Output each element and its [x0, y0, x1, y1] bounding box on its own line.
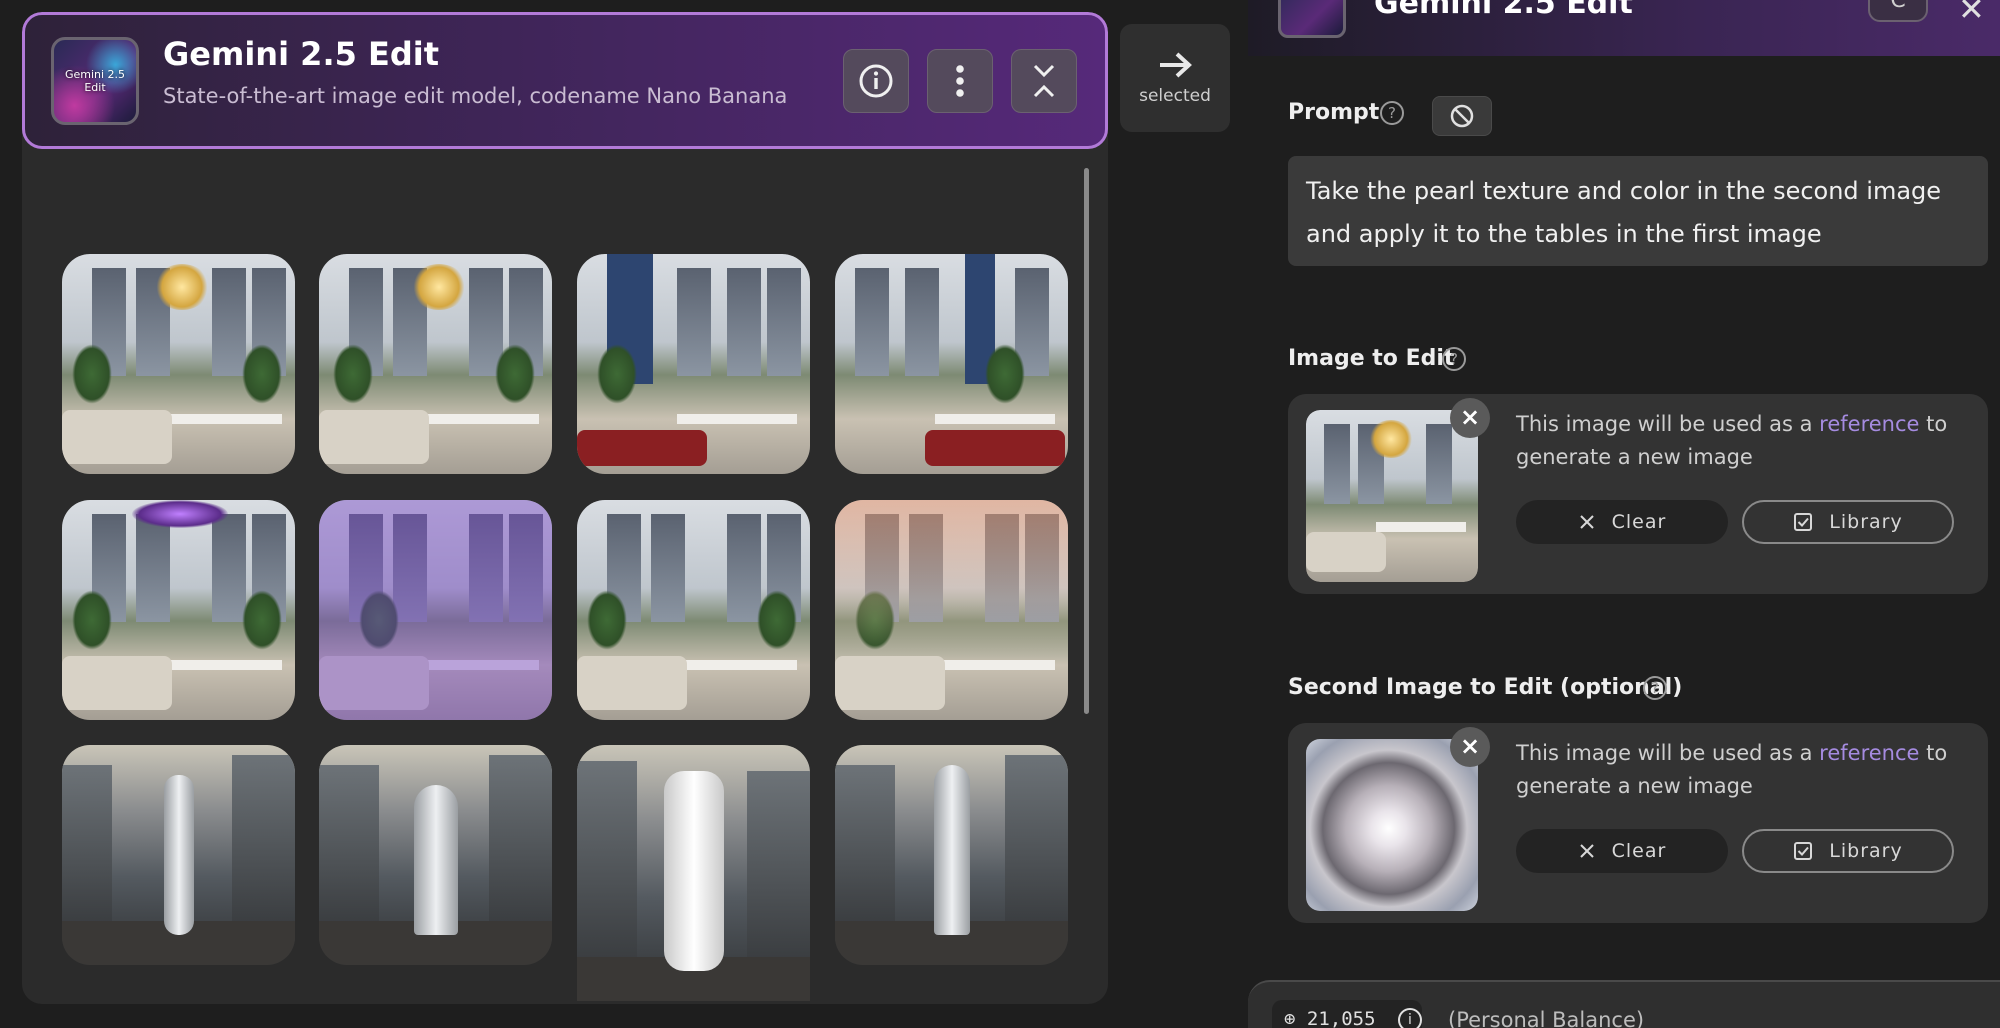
balance-label: (Personal Balance): [1448, 1008, 1645, 1028]
checkbox-icon: [1794, 842, 1813, 860]
model-description: State-of-the-art image edit model, coden…: [163, 84, 788, 108]
remove-image-button[interactable]: ×: [1450, 398, 1490, 438]
right-header-thumbnail: [1278, 0, 1346, 38]
clear-prompt-button[interactable]: [1432, 96, 1492, 136]
reference-link[interactable]: reference: [1819, 412, 1919, 436]
library-label: Library: [1829, 511, 1903, 533]
gallery-image[interactable]: [62, 500, 295, 720]
gallery-image[interactable]: [835, 745, 1068, 965]
arrow-right-icon: [1160, 52, 1192, 78]
second-image-help-icon[interactable]: ?: [1643, 676, 1667, 700]
gallery-image[interactable]: [835, 500, 1068, 720]
gallery-image[interactable]: [319, 745, 552, 965]
gallery-image[interactable]: [62, 745, 295, 965]
balance-amount: 21,055: [1306, 1008, 1376, 1028]
remove-image-button[interactable]: ×: [1450, 727, 1490, 767]
ban-icon: [1450, 104, 1474, 128]
image-to-edit-help-icon[interactable]: ?: [1442, 347, 1466, 371]
image-to-edit-description: This image will be used as a reference t…: [1516, 408, 1976, 474]
prompt-help-icon[interactable]: ?: [1380, 101, 1404, 125]
gallery-panel: Gemini 2.5 Edit Gemini 2.5 Edit State-of…: [22, 12, 1108, 1004]
gallery-image[interactable]: [577, 500, 810, 720]
right-header: Gemini 2.5 Edit C ✕: [1248, 0, 2000, 56]
info-icon[interactable]: i: [1398, 1008, 1422, 1028]
clear-label: Clear: [1611, 511, 1667, 533]
gallery-image[interactable]: [319, 254, 552, 474]
second-image-label: Second Image to Edit (optional): [1288, 675, 1683, 700]
gallery-scrollbar[interactable]: [1084, 168, 1089, 714]
right-header-button[interactable]: C: [1868, 0, 1928, 22]
collapse-button[interactable]: [1011, 49, 1077, 113]
clear-button[interactable]: Clear: [1516, 829, 1728, 873]
gallery-image[interactable]: [577, 254, 810, 474]
gallery-image[interactable]: [319, 500, 552, 720]
balance-bar: ⊕ 21,055 i (Personal Balance): [1248, 980, 2000, 1028]
model-title: Gemini 2.5 Edit: [163, 35, 440, 73]
description-text: This image will be used as a: [1516, 741, 1820, 765]
prompt-label: Prompt: [1288, 100, 1380, 125]
selected-label: selected: [1139, 86, 1211, 106]
collapse-chevrons-icon: [1033, 64, 1055, 98]
clear-button[interactable]: Clear: [1516, 500, 1728, 544]
second-image-thumbnail[interactable]: [1306, 739, 1478, 911]
info-button[interactable]: [843, 49, 909, 113]
gallery-image[interactable]: [62, 254, 295, 474]
reference-link[interactable]: reference: [1819, 741, 1919, 765]
clear-label: Clear: [1611, 840, 1667, 862]
description-text: This image will be used as a: [1516, 412, 1820, 436]
image-to-edit-label: Image to Edit: [1288, 346, 1455, 371]
model-thumbnail-text: Gemini 2.5 Edit: [64, 68, 126, 94]
prompt-input[interactable]: Take the pearl texture and color in the …: [1288, 156, 1988, 266]
checkbox-icon: [1794, 513, 1813, 531]
model-thumbnail: Gemini 2.5 Edit: [51, 37, 139, 125]
close-icon[interactable]: ✕: [1958, 0, 1985, 28]
library-button[interactable]: Library: [1742, 500, 1954, 544]
selected-button[interactable]: selected: [1120, 24, 1230, 132]
model-header[interactable]: Gemini 2.5 Edit Gemini 2.5 Edit State-of…: [22, 12, 1108, 149]
image-to-edit-card: × This image will be used as a reference…: [1288, 394, 1988, 594]
library-button[interactable]: Library: [1742, 829, 1954, 873]
gallery-image[interactable]: [577, 745, 810, 1001]
x-icon: [1579, 515, 1594, 529]
library-label: Library: [1829, 840, 1903, 862]
more-vertical-icon: [956, 65, 964, 97]
x-icon: [1579, 844, 1594, 858]
second-image-description: This image will be used as a reference t…: [1516, 737, 1976, 803]
right-header-title: Gemini 2.5 Edit: [1374, 0, 1633, 21]
more-options-button[interactable]: [927, 49, 993, 113]
image-to-edit-thumbnail[interactable]: [1306, 410, 1478, 582]
second-image-card: × This image will be used as a reference…: [1288, 723, 1988, 923]
gallery-image[interactable]: [835, 254, 1068, 474]
info-icon: [859, 64, 893, 98]
